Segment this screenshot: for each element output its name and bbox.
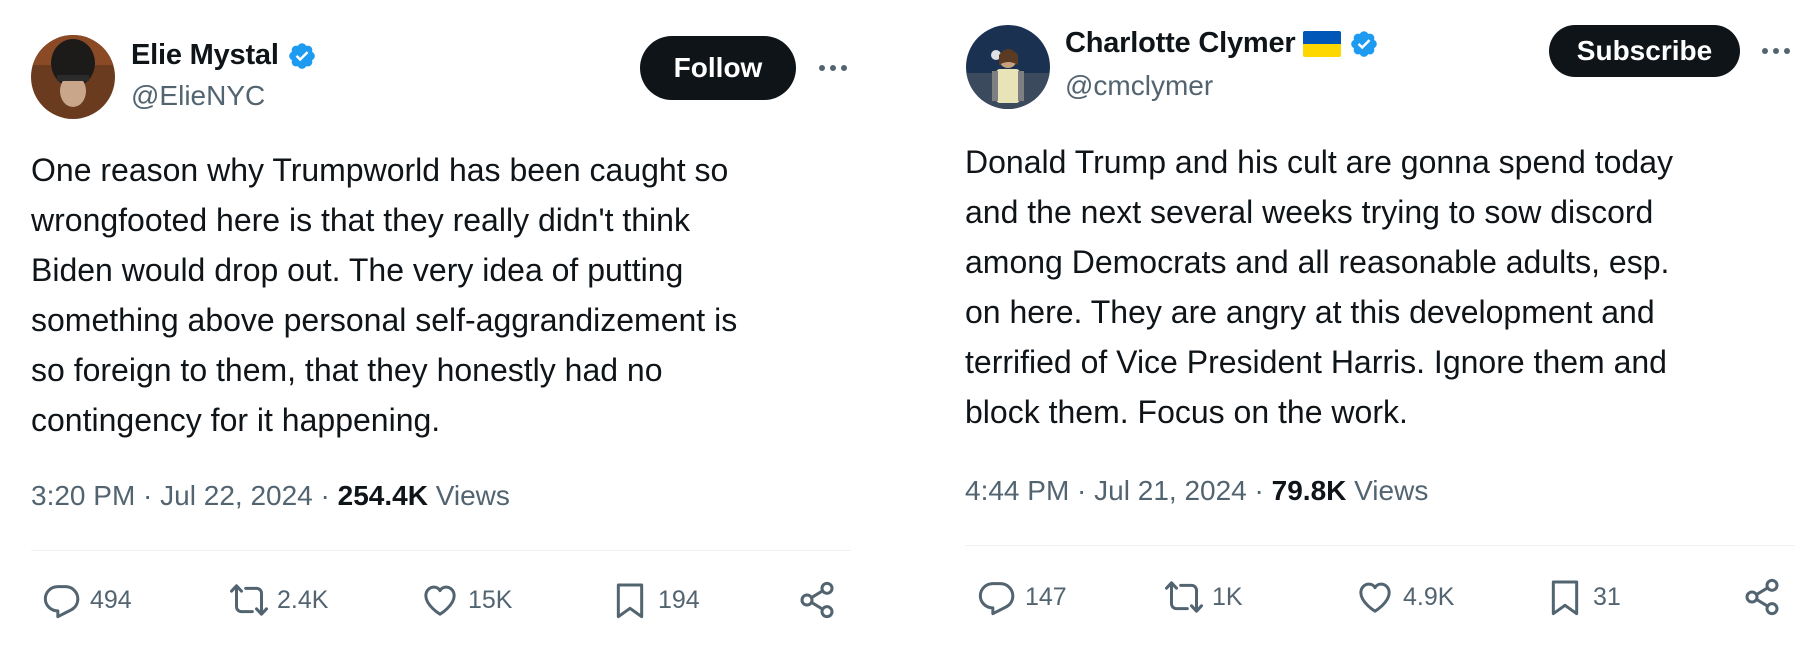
bookmark-count: 194 (658, 585, 700, 614)
share-icon[interactable] (1742, 577, 1782, 617)
repost-icon (1164, 577, 1204, 617)
bookmark-icon (1545, 577, 1585, 617)
repost-button[interactable]: 1K (1164, 577, 1243, 617)
divider (31, 550, 851, 551)
bookmark-button[interactable]: 31 (1545, 577, 1621, 617)
bookmark-count: 31 (1593, 582, 1621, 611)
author-name-line[interactable]: Charlotte Clymer (1065, 27, 1379, 60)
verified-badge-icon (1349, 29, 1379, 59)
reply-icon (977, 577, 1017, 617)
tweet-time[interactable]: 3:20 PM (31, 480, 135, 511)
repost-icon (229, 580, 269, 620)
like-count: 4.9K (1403, 582, 1455, 611)
subscribe-button[interactable]: Subscribe (1549, 25, 1740, 77)
author-handle[interactable]: @ElieNYC (131, 80, 265, 112)
tweet-meta: 4:44 PM · Jul 21, 2024 · 79.8K Views (965, 475, 1429, 506)
ukraine-flag-icon (1303, 30, 1342, 57)
views-count: 254.4K (337, 480, 428, 511)
repost-count: 1K (1212, 582, 1243, 611)
tweet-text: Donald Trump and his cult are gonna spen… (965, 144, 1674, 430)
repost-button[interactable]: 2.4K (229, 580, 328, 620)
tweet-card: Elie Mystal @ElieNYC Follow One reason w… (0, 0, 880, 646)
more-options-icon[interactable] (1762, 41, 1790, 61)
like-button[interactable]: 15K (420, 580, 512, 620)
reply-button[interactable]: 147 (977, 577, 1067, 617)
verified-badge-icon (287, 41, 317, 71)
like-button[interactable]: 4.9K (1355, 577, 1454, 617)
tweet-date[interactable]: Jul 21, 2024 (1094, 475, 1247, 506)
author-name-line[interactable]: Elie Mystal (131, 39, 317, 72)
reply-count: 147 (1025, 582, 1067, 611)
reply-count: 494 (90, 585, 132, 614)
tweet-time[interactable]: 4:44 PM (965, 475, 1069, 506)
bookmark-button[interactable]: 194 (610, 580, 700, 620)
author-name[interactable]: Elie Mystal (131, 39, 279, 72)
divider (965, 545, 1795, 546)
author-name[interactable]: Charlotte Clymer (1065, 27, 1296, 60)
follow-button[interactable]: Follow (640, 36, 796, 100)
views-label: Views (435, 480, 510, 511)
share-icon[interactable] (797, 580, 837, 620)
more-options-icon[interactable] (819, 58, 847, 78)
tweet-text: One reason why Trumpworld has been caugh… (31, 152, 738, 438)
author-handle[interactable]: @cmclymer (1065, 70, 1213, 102)
tweet-card: Charlotte Clymer @cmclymer Subscribe Don… (932, 0, 1812, 646)
like-icon (420, 580, 460, 620)
views-label: Views (1354, 475, 1429, 506)
tweet-date[interactable]: Jul 22, 2024 (160, 480, 313, 511)
reply-icon (42, 580, 82, 620)
bookmark-icon (610, 580, 650, 620)
views-count: 79.8K (1271, 475, 1347, 506)
like-icon (1355, 577, 1395, 617)
avatar[interactable] (966, 25, 1050, 109)
like-count: 15K (468, 585, 513, 614)
repost-count: 2.4K (277, 585, 329, 614)
reply-button[interactable]: 494 (42, 580, 132, 620)
avatar[interactable] (31, 35, 115, 119)
tweet-meta: 3:20 PM · Jul 22, 2024 · 254.4K Views (31, 480, 510, 511)
